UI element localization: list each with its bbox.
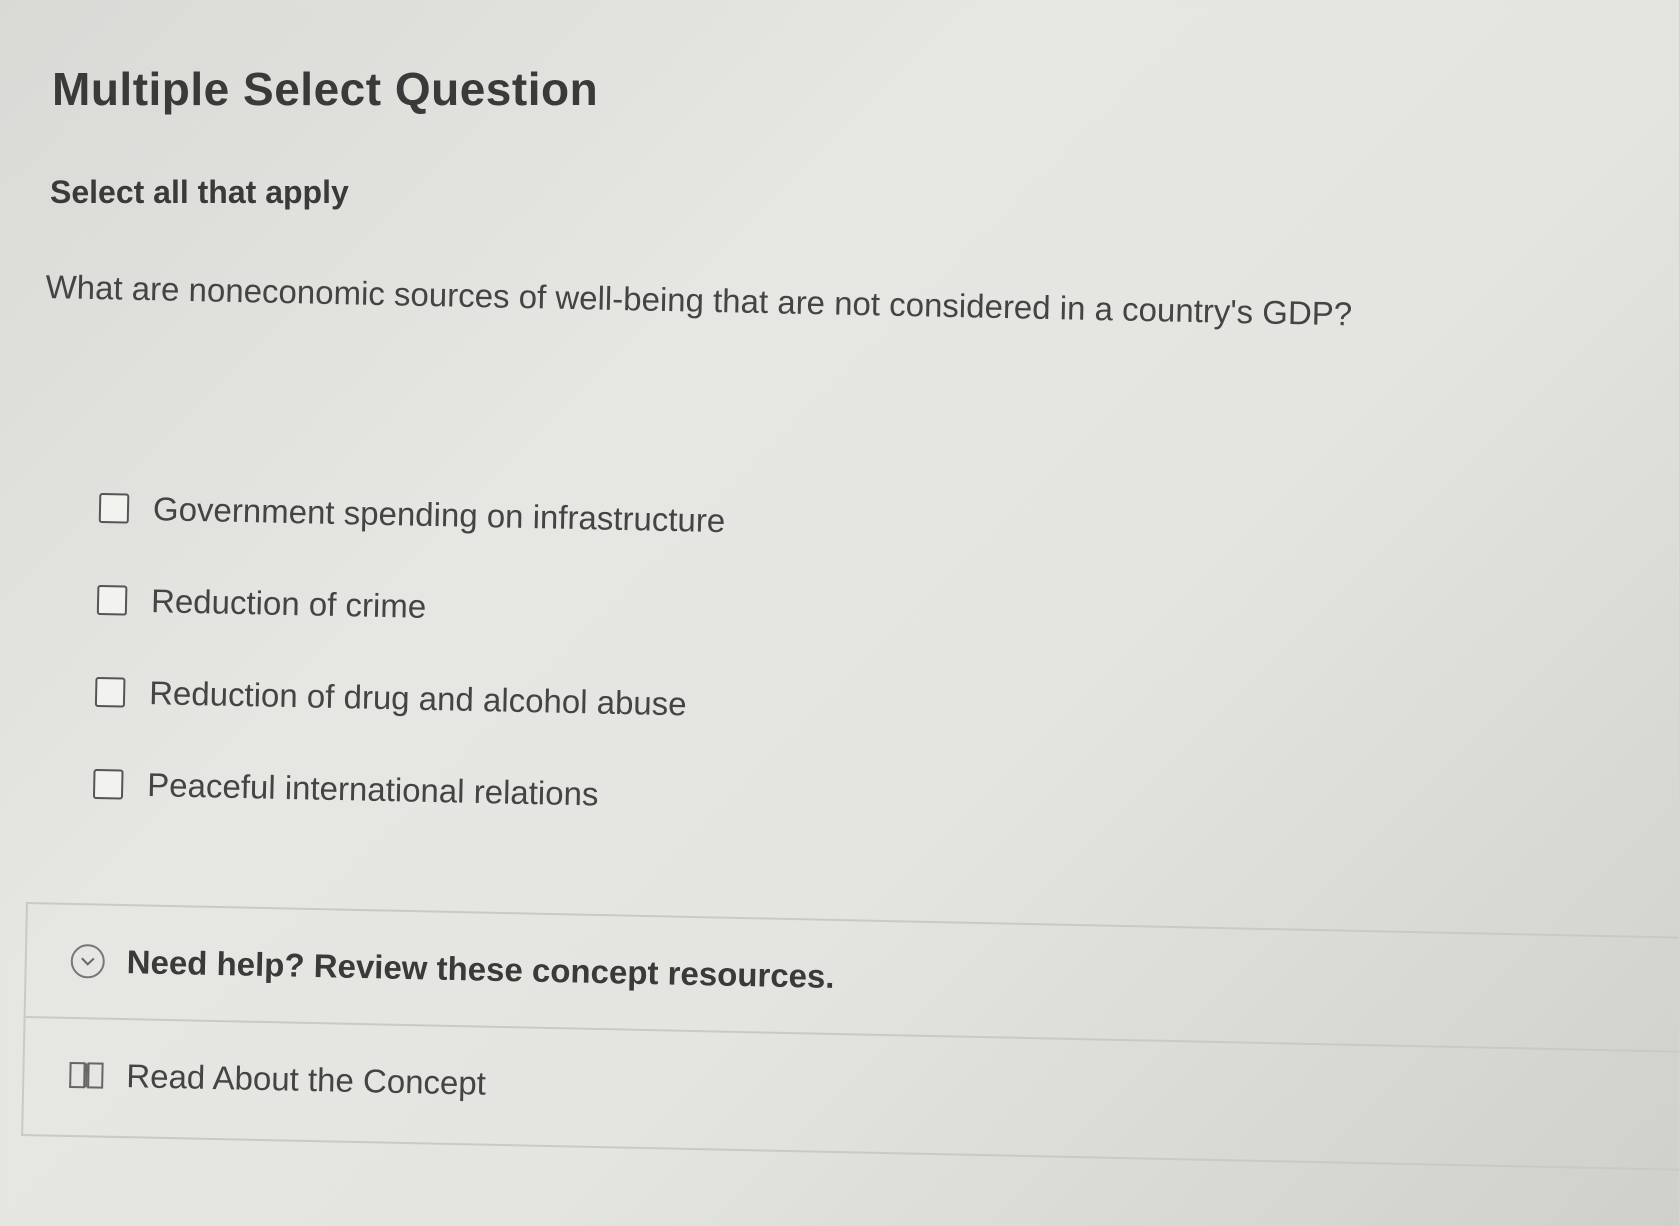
answer-choices: Government spending on infrastructure Re… — [92, 462, 726, 843]
question-prompt: What are noneconomic sources of well-bei… — [45, 268, 1353, 333]
answer-checkbox[interactable] — [96, 584, 128, 616]
answer-choice[interactable]: Peaceful international relations — [92, 738, 720, 843]
concept-resources-panel: Need help? Review these concept resource… — [21, 902, 1679, 1172]
question-type-heading: Multiple Select Question — [52, 63, 599, 115]
question-instruction: Select all that apply — [50, 174, 349, 210]
read-concept-label[interactable]: Read About the Concept — [126, 1057, 486, 1103]
answer-checkbox[interactable] — [92, 768, 124, 800]
chevron-down-circle-icon[interactable] — [70, 943, 106, 979]
answer-choice-label[interactable]: Reduction of crime — [151, 582, 427, 626]
answer-checkbox[interactable] — [98, 492, 130, 524]
concept-resources-title[interactable]: Need help? Review these concept resource… — [126, 943, 835, 996]
answer-choice[interactable]: Government spending on infrastructure — [98, 462, 726, 567]
book-icon — [69, 1061, 104, 1089]
answer-choice-label[interactable]: Reduction of drug and alcohol abuse — [149, 674, 687, 723]
answer-checkbox[interactable] — [94, 676, 126, 708]
answer-choice[interactable]: Reduction of crime — [96, 554, 724, 659]
question-page: Multiple Select Question Select all that… — [0, 0, 1679, 1226]
answer-choice-label[interactable]: Government spending on infrastructure — [153, 490, 726, 540]
answer-choice-label[interactable]: Peaceful international relations — [147, 766, 599, 813]
answer-choice[interactable]: Reduction of drug and alcohol abuse — [94, 646, 722, 751]
